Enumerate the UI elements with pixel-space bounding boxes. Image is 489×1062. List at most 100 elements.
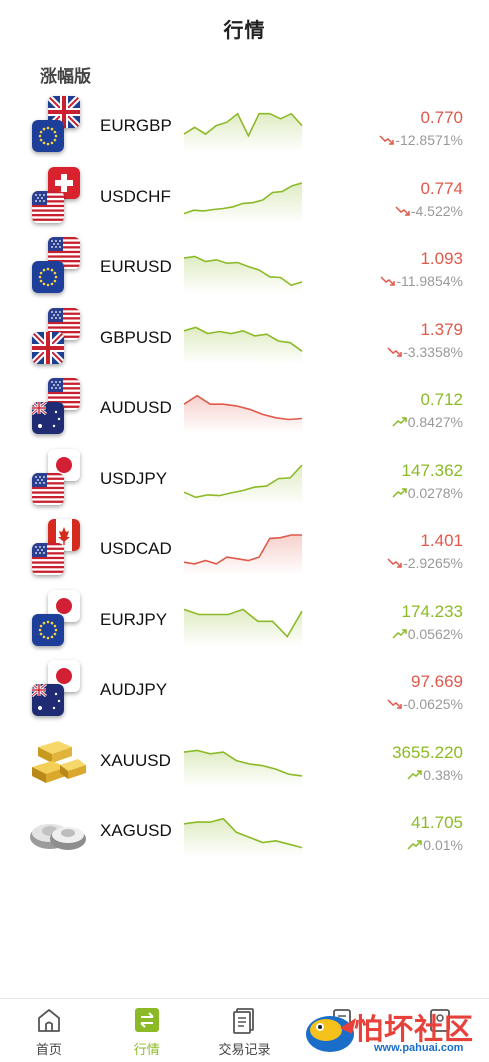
tab-3[interactable]: 交易记录 (196, 999, 294, 1062)
quote-symbol: EURJPY (100, 609, 168, 629)
quote-row-eurjpy[interactable]: EURJPY 174.233 0.0562% (0, 582, 489, 653)
quote-change-value: -3.3358% (403, 343, 463, 360)
sparkline-area (184, 535, 302, 575)
sparkline-area (184, 464, 302, 505)
flag-au-icon (32, 402, 64, 434)
quote-change-value: 0.01% (423, 837, 463, 853)
gold-bullion-icon (28, 737, 88, 789)
quote-row-gbpusd[interactable]: GBPUSD 1.379 -3.3358% (0, 300, 489, 371)
quote-price: 1.093 (420, 249, 463, 268)
quote-change-value: -12.8571% (395, 132, 463, 148)
quote-sparkline (183, 247, 303, 293)
currency-flags (28, 801, 86, 859)
watermark-fish-icon (306, 1016, 356, 1052)
quote-row-audjpy[interactable]: AUDJPY 97.669 -0.0625% (0, 652, 489, 723)
trend-down-icon (387, 346, 403, 357)
trend-up-icon (407, 840, 423, 850)
tab-1[interactable]: 首页 (0, 999, 98, 1062)
trend-down-icon (387, 558, 403, 568)
flag-us-icon (32, 543, 64, 575)
quote-change-value: 0.0278% (407, 484, 463, 501)
currency-flags (28, 448, 84, 507)
trend-up-icon (392, 417, 408, 427)
sparkline-area (184, 749, 302, 787)
quote-change: -2.9265% (387, 555, 463, 571)
quote-change: -4.522% (395, 203, 463, 219)
quote-row-eurgbp[interactable]: EURGBP 0.770 -12.8571% (0, 88, 489, 159)
quote-change: -0.0625% (387, 696, 463, 712)
flag-uk-icon (32, 331, 64, 364)
sparkline-chart (183, 181, 303, 223)
quote-symbol: XAUUSD (100, 750, 171, 770)
sparkline-area (184, 395, 302, 434)
quote-sparkline (183, 388, 303, 434)
flag-us-icon (32, 190, 64, 223)
sparkline-chart (183, 607, 303, 646)
quote-change-value: -4.522% (410, 202, 463, 219)
quote-change: -11.9854% (380, 273, 463, 289)
quote-row-xagusd[interactable]: XAGUSD 41.705 0.01% (0, 793, 489, 864)
quote-row-xauusd[interactable]: XAUUSD 3655.220 0.38% (0, 723, 489, 794)
page-header: 行情 (0, 0, 489, 56)
tab-label: 首页 (35, 1043, 62, 1058)
flag-us-icon (32, 472, 64, 505)
sparkline-chart (183, 326, 303, 364)
quote-change: 0.0562% (392, 626, 463, 642)
trend-up-icon (392, 487, 408, 498)
sparkline-area (184, 326, 302, 364)
quote-change-value: -11.9854% (396, 273, 463, 289)
quote-row-eurusd[interactable]: EURUSD 1.093 -11.9854% (0, 229, 489, 300)
quote-symbol: EURUSD (100, 257, 172, 276)
quote-row-audusd[interactable]: AUDUSD 0.712 0.8427% (0, 370, 489, 441)
quote-sparkline (183, 106, 303, 152)
quote-row-usdchf[interactable]: USDCHF 0.774 -4.522% (0, 159, 489, 230)
quote-symbol: GBPUSD (100, 327, 172, 347)
sparkline-chart (183, 255, 303, 293)
currency-flags (28, 731, 86, 789)
tab-2[interactable]: 行情 (98, 999, 196, 1062)
trend-up-icon (392, 628, 408, 639)
quote-symbol: USDCAD (100, 539, 172, 558)
quote-symbol: AUDJPY (100, 680, 168, 699)
quote-list: EURGBP 0.770 -12.8571% USDCHF 0.774 -4.522% EU… (0, 88, 489, 864)
quote-sparkline (184, 670, 302, 716)
flag-eu-icon (32, 261, 64, 293)
watermark-url: www.pahuai.com (374, 1042, 464, 1054)
sparkline-chart (183, 749, 303, 787)
trend-down-icon (395, 205, 411, 216)
quote-change: 0.01% (407, 837, 463, 853)
home-icon (34, 1005, 64, 1035)
quote-price: 0.712 (420, 390, 463, 409)
sparkline-chart (183, 394, 303, 434)
quote-sparkline (183, 318, 303, 364)
trend-down-icon (379, 135, 395, 145)
quote-price: 147.362 (401, 460, 463, 480)
currency-flags (28, 660, 84, 718)
trend-down-icon (387, 699, 403, 709)
quote-change: 0.38% (407, 767, 463, 783)
quote-change-value: 0.8427% (407, 414, 463, 430)
quote-price: 3655.220 (392, 742, 463, 762)
tab-label: 交易记录 (218, 1043, 271, 1058)
quote-symbol: USDJPY (100, 468, 168, 488)
section-title: 涨幅版 (40, 67, 91, 87)
quote-change: 0.8427% (392, 414, 463, 430)
sparkline-chart (183, 817, 303, 857)
quote-change-value: 0.38% (423, 766, 463, 783)
exchange-icon (132, 1005, 162, 1035)
currency-flags (28, 378, 84, 436)
sparkline-chart (183, 534, 302, 575)
watermark-logo: 怕坏社区 www.pahuai.com (300, 1000, 480, 1060)
quote-price: 1.379 (420, 319, 463, 339)
quote-price: 174.233 (401, 601, 463, 621)
quote-price: 97.669 (411, 672, 463, 691)
sparkline-chart (184, 670, 302, 716)
currency-flags (28, 519, 84, 577)
quote-row-usdjpy[interactable]: USDJPY 147.362 0.0278% (0, 441, 489, 512)
flag-eu-icon (32, 120, 64, 152)
currency-flags (28, 237, 84, 295)
currency-flags (28, 307, 84, 366)
quote-row-usdcad[interactable]: USDCAD 1.401 -2.9265% (0, 511, 489, 582)
tab-label: 行情 (133, 1043, 160, 1058)
sparkline-area (184, 113, 302, 152)
